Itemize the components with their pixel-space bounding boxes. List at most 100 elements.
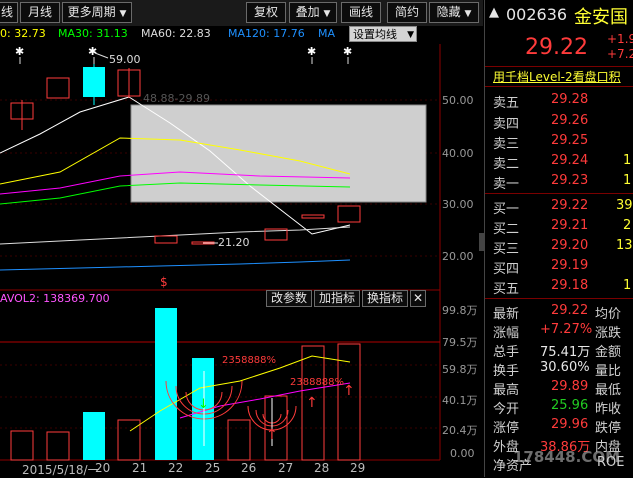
- last-price: 29.22: [525, 35, 588, 60]
- ask-label: 卖五: [493, 96, 520, 111]
- date-label: 28: [314, 461, 330, 475]
- volume-tick: 20.4万: [442, 424, 478, 437]
- price-tick: 40.00: [442, 147, 474, 160]
- set-ma-label: 设置均线: [353, 28, 397, 41]
- stat-value: 75.41万: [540, 345, 591, 360]
- simple-button[interactable]: 简约: [387, 2, 427, 23]
- edit-params-button[interactable]: 改参数: [266, 290, 312, 307]
- volume-tick: 79.5万: [442, 336, 478, 349]
- stat-value: 29.89: [551, 379, 589, 394]
- ask-price[interactable]: 29.26: [551, 113, 588, 128]
- date-label: 20: [95, 461, 111, 475]
- up-arrow-icon: ↑: [266, 427, 278, 443]
- down-arrow-icon: ↓: [198, 397, 209, 412]
- up-arrow-icon: ↑: [343, 383, 355, 399]
- stat-label: 最低: [595, 383, 622, 398]
- bid-label: 买四: [493, 262, 520, 277]
- kline-chart[interactable]: ✱ ✱ ✱ ✱ $ ↑ ↑ ↑ ↓ 0: 32.73 MA30: 31.13 M…: [0, 26, 483, 477]
- stat-label: 昨收: [595, 402, 622, 417]
- stat-label: 均价: [595, 307, 622, 322]
- candle-body-down: [83, 67, 105, 97]
- stat-label: 金额: [595, 345, 622, 360]
- volume-bar: [46, 431, 70, 461]
- pct-change: +7.2: [607, 47, 633, 61]
- period-partial-button[interactable]: 线: [0, 2, 18, 23]
- date-label: 21: [132, 461, 148, 475]
- divider: [485, 193, 633, 194]
- volume-bar: [227, 419, 251, 461]
- up-arrow-icon: ↑: [306, 395, 318, 411]
- price-tick: 30.00: [442, 198, 474, 211]
- add-indicator-button[interactable]: 加指标: [314, 290, 360, 307]
- bid-label: 买一: [493, 202, 520, 217]
- panel-collapse-handle[interactable]: [479, 233, 485, 251]
- hide-button[interactable]: 隐藏 ▼: [429, 2, 479, 23]
- bid-price[interactable]: 29.21: [551, 218, 588, 233]
- bid-price[interactable]: 29.19: [551, 258, 588, 273]
- ask-label: 卖一: [493, 177, 520, 192]
- ask-price[interactable]: 29.28: [551, 92, 588, 107]
- bid-label: 买二: [493, 222, 520, 237]
- switch-indicator-button[interactable]: 换指标: [362, 290, 408, 307]
- hide-label: 隐藏: [436, 5, 461, 19]
- ask-price[interactable]: 29.25: [551, 133, 588, 148]
- draw-line-button[interactable]: 画线: [341, 2, 381, 23]
- kline-svg: ✱ ✱ ✱ ✱ $ ↑ ↑ ↑ ↓: [0, 44, 441, 461]
- bid-price[interactable]: 29.22: [551, 198, 588, 213]
- date-label: 27: [278, 461, 294, 475]
- stat-label: 跌停: [595, 421, 622, 436]
- date-label: 22: [168, 461, 184, 475]
- month-line-button[interactable]: 月线: [20, 2, 60, 23]
- bid-volume: 13: [616, 238, 633, 253]
- stat-value: 29.96: [551, 417, 589, 432]
- fq-button[interactable]: 复权: [246, 2, 286, 23]
- volume-tick: 59.8万: [442, 363, 478, 376]
- dropdown-arrow-icon: ▼: [407, 30, 414, 40]
- volume-tick: 99.8万: [442, 304, 478, 317]
- ask-label: 卖二: [493, 157, 520, 172]
- volume-annotation: 2358888%: [222, 355, 277, 366]
- more-periods-label: 更多周期: [67, 5, 116, 19]
- candle-body: [301, 214, 325, 219]
- volume-annotation: 2388888%: [290, 377, 345, 388]
- close-icon[interactable]: ✕: [410, 290, 426, 307]
- more-periods-button[interactable]: 更多周期 ▼: [62, 2, 132, 23]
- volume-tick: 0.00: [450, 447, 475, 460]
- ma-blue-line: [0, 259, 351, 271]
- legend-ma-partial: MA: [318, 27, 336, 40]
- candle-body: [46, 77, 70, 99]
- legend-ma120: MA120: 17.76: [228, 27, 305, 40]
- stat-label: 涨跌: [595, 326, 622, 341]
- stat-value: +7.27%: [540, 322, 593, 337]
- stat-value: 29.22: [551, 303, 589, 318]
- ask-price[interactable]: 29.24: [551, 153, 588, 168]
- watermark: 178448.COM: [513, 448, 621, 466]
- scroll-up-icon[interactable]: ▲: [489, 5, 499, 20]
- volume-bar-down: [83, 412, 105, 460]
- bid-price[interactable]: 29.18: [551, 278, 588, 293]
- overlay-button[interactable]: 叠加 ▼: [289, 2, 337, 23]
- set-ma-button[interactable]: 设置均线 ▼: [349, 26, 417, 42]
- stat-label: 今开: [493, 402, 520, 417]
- star-marker: ✱: [343, 45, 352, 58]
- stat-label: 量比: [595, 364, 622, 379]
- ask-label: 卖四: [493, 117, 520, 132]
- volume-pane-header: AVOL2: 138369.700 改参数 加指标 换指标 ✕: [0, 290, 440, 308]
- level2-link[interactable]: 用千档Level-2看盘口积: [493, 68, 621, 85]
- stat-label: 最新: [493, 307, 520, 322]
- ask-price[interactable]: 29.23: [551, 173, 588, 188]
- s-marker: $: [160, 275, 168, 289]
- divider: [485, 66, 633, 67]
- ask-label: 卖三: [493, 137, 520, 152]
- price-tick: 50.00: [442, 94, 474, 107]
- star-marker: ✱: [15, 45, 24, 58]
- bid-price[interactable]: 29.20: [551, 238, 588, 253]
- volume-bar: [10, 430, 34, 461]
- date-label: 26: [241, 461, 257, 475]
- bid-volume: 39: [616, 198, 633, 213]
- low-label: 21.20: [218, 236, 250, 249]
- overlay-label: 叠加: [295, 5, 320, 19]
- volume-indicator-label: AVOL2: 138369.700: [0, 292, 110, 305]
- quote-panel: ▲ 002636 金安国 29.22 +1.9 +7.2 用千档Level-2看…: [479, 0, 633, 477]
- stat-label: 最高: [493, 383, 520, 398]
